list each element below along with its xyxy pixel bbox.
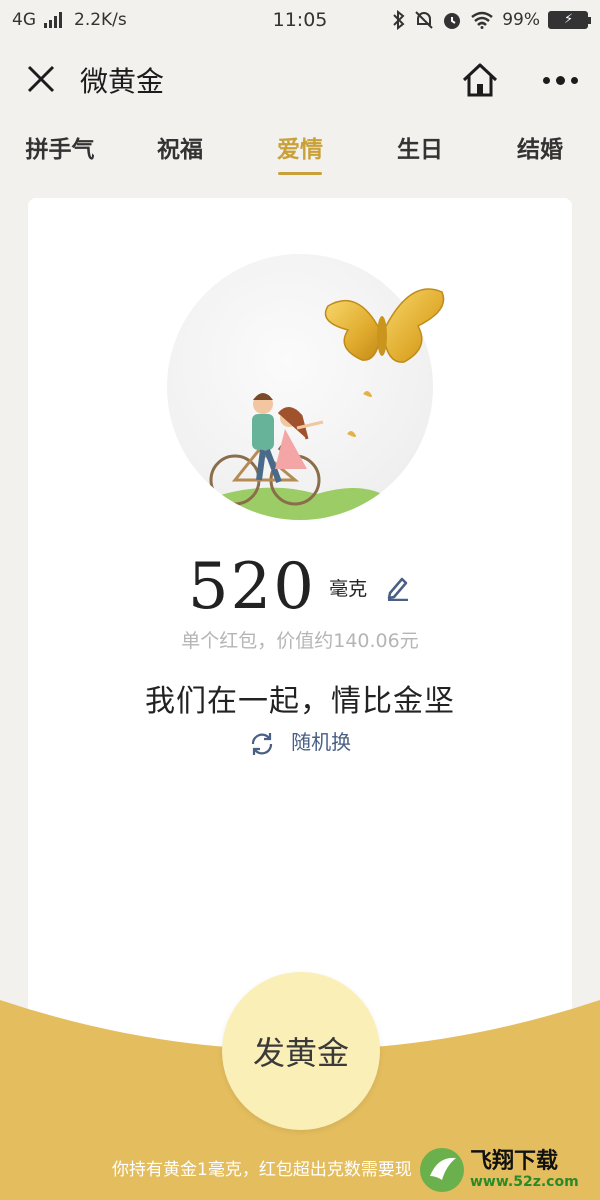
golden-butterfly-icon (324, 288, 445, 363)
gold-amount: 520 (187, 550, 316, 624)
tab-love[interactable]: 爱情 (250, 130, 350, 175)
edit-icon[interactable] (384, 573, 412, 601)
blessing-text: 我们在一起，情比金坚 (145, 684, 455, 719)
amount-row: 520 毫克 (0, 550, 600, 624)
more-dot-icon (555, 75, 565, 85)
category-tabs: 拼手气 祝福 爱情 生日 结婚 (0, 130, 600, 178)
tab-wedding[interactable]: 结婚 (490, 130, 590, 164)
value-text: 单个红包，价值约140.06元 (181, 630, 419, 652)
more-options-button[interactable] (538, 68, 582, 92)
shuffle-label: 随机换 (291, 730, 352, 754)
tab-luck[interactable]: 拼手气 (10, 130, 110, 164)
more-dot-icon (570, 76, 578, 84)
status-bar: 4G 2.2K/s 11:05 99% ⚡ (0, 0, 600, 40)
page-title: 微黄金 (80, 65, 165, 98)
watermark-text: 飞翔下载 www.52z.com (470, 1149, 579, 1191)
close-icon[interactable] (22, 60, 60, 98)
holdings-note: 你持有黄金1毫克，红包超出克数需要现 (112, 1160, 412, 1180)
home-icon[interactable] (458, 58, 502, 102)
watermark-url: www.52z.com (470, 1174, 579, 1190)
tab-birthday[interactable]: 生日 (370, 130, 470, 164)
gold-unit: 毫克 (329, 577, 368, 600)
status-time: 11:05 (272, 9, 328, 31)
battery-icon: ⚡ (548, 11, 591, 29)
nav-bar: 微黄金 (0, 40, 600, 120)
shuffle-button[interactable]: 随机换 (0, 726, 600, 757)
watermark-logo-icon (420, 1148, 464, 1192)
tab-blessing[interactable]: 祝福 (130, 130, 230, 164)
send-gold-label: 发黄金 (252, 1034, 349, 1072)
watermark-title: 飞翔下载 (470, 1149, 559, 1174)
send-gold-button[interactable]: 发黄金 (222, 972, 380, 1130)
refresh-icon (251, 732, 272, 755)
watermark: 飞翔下载 www.52z.com (418, 1140, 600, 1200)
more-dot-icon (542, 76, 550, 84)
